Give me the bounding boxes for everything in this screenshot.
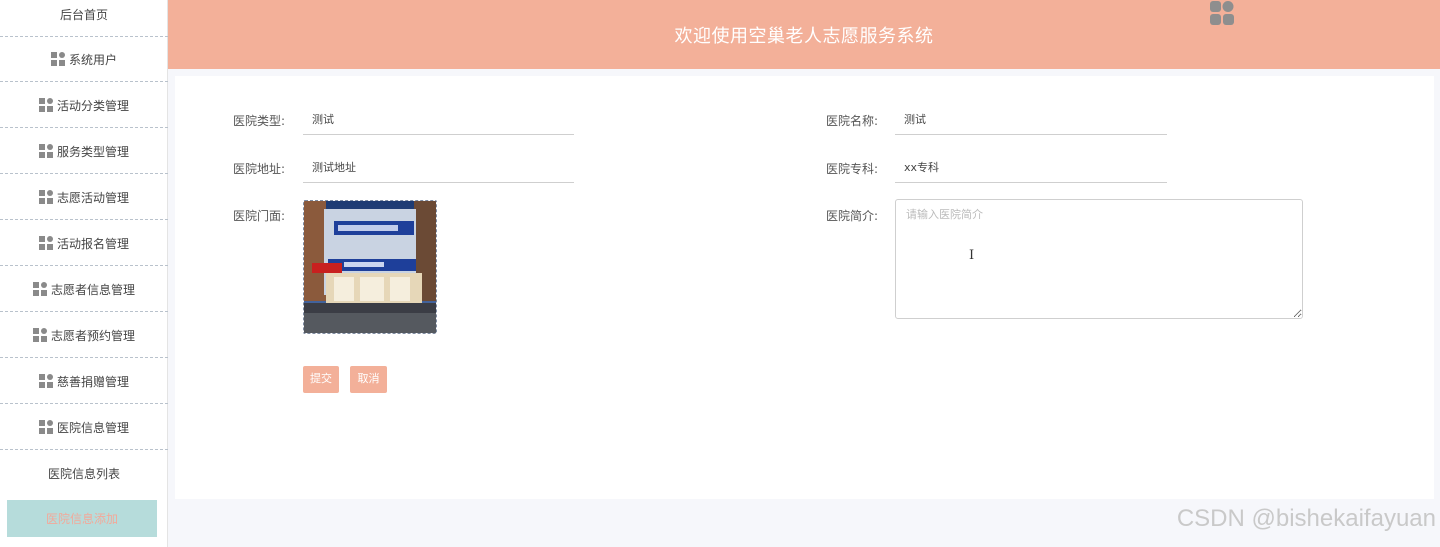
sidebar: 后台首页 系统用户 活动分类管理 服务类型管理 志愿活动管理 活动报名管理 志愿… xyxy=(0,0,168,547)
sidebar-item-label: 慈善捐赠管理 xyxy=(56,374,129,389)
sidebar-item-label: 志愿者预约管理 xyxy=(50,328,135,343)
sidebar-item-activity-category[interactable]: 活动分类管理 xyxy=(0,83,168,128)
hospital-facade-image[interactable] xyxy=(303,200,437,334)
grid-icon xyxy=(38,98,53,112)
hospital-name-label: 医院名称: xyxy=(826,114,879,128)
sidebar-item-volunteer-activity[interactable]: 志愿活动管理 xyxy=(0,175,168,220)
hospital-intro-label: 医院简介: xyxy=(826,209,879,223)
hospital-department-input[interactable]: xx专科 xyxy=(895,153,1167,183)
sidebar-item-label: 系统用户 xyxy=(68,52,117,67)
form-panel: 医院类型: 测试 医院名称: 测试 医院地址: 测试地址 医院专科: xx专科 … xyxy=(175,76,1434,499)
top-header: 欢迎使用空巢老人志愿服务系统 xyxy=(168,0,1440,69)
user-menu-icon[interactable] xyxy=(1209,0,1235,26)
grid-icon xyxy=(38,236,53,250)
hospital-address-input[interactable]: 测试地址 xyxy=(303,153,574,183)
sidebar-item-label: 医院信息列表 xyxy=(47,467,120,481)
sidebar-item-home[interactable]: 后台首页 xyxy=(0,0,168,37)
hospital-address-label: 医院地址: xyxy=(233,162,286,176)
hospital-intro-textarea[interactable] xyxy=(895,199,1303,319)
hospital-department-label: 医院专科: xyxy=(826,162,879,176)
hospital-type-label: 医院类型: xyxy=(233,114,286,128)
sidebar-item-label: 服务类型管理 xyxy=(56,144,129,159)
sidebar-item-label: 活动报名管理 xyxy=(56,236,129,251)
sidebar-item-volunteer-booking[interactable]: 志愿者预约管理 xyxy=(0,313,168,358)
sidebar-item-hospital-info[interactable]: 医院信息管理 xyxy=(0,405,168,450)
grid-icon xyxy=(32,282,47,296)
hospital-building-image xyxy=(304,201,436,333)
sidebar-item-service-type[interactable]: 服务类型管理 xyxy=(0,129,168,174)
sidebar-subitem-hospital-list[interactable]: 医院信息列表 xyxy=(0,451,168,496)
grid-icon xyxy=(50,52,65,66)
sidebar-item-charity-donation[interactable]: 慈善捐赠管理 xyxy=(0,359,168,404)
grid-icon xyxy=(38,190,53,204)
submit-button[interactable]: 提交 xyxy=(303,366,339,393)
sidebar-item-label: 医院信息添加 xyxy=(45,512,118,526)
sidebar-item-label: 志愿者信息管理 xyxy=(50,282,135,297)
sidebar-item-label: 活动分类管理 xyxy=(56,98,129,113)
hospital-type-input[interactable]: 测试 xyxy=(303,105,574,135)
sidebar-item-volunteer-info[interactable]: 志愿者信息管理 xyxy=(0,267,168,312)
grid-icon xyxy=(38,144,53,158)
hospital-facade-label: 医院门面: xyxy=(233,209,286,223)
grid-icon xyxy=(38,420,53,434)
sidebar-item-label: 志愿活动管理 xyxy=(56,190,129,205)
page-title: 欢迎使用空巢老人志愿服务系统 xyxy=(674,25,934,47)
sidebar-subitem-hospital-add[interactable]: 医院信息添加 xyxy=(7,500,157,537)
text-cursor-icon: I xyxy=(969,248,975,263)
sidebar-item-system-users[interactable]: 系统用户 xyxy=(0,37,168,82)
watermark: CSDN @bishekaifayuan xyxy=(1176,505,1436,532)
grid-icon xyxy=(32,328,47,342)
hospital-name-input[interactable]: 测试 xyxy=(895,105,1167,135)
cancel-button[interactable]: 取消 xyxy=(350,366,387,393)
sidebar-item-activity-signup[interactable]: 活动报名管理 xyxy=(0,221,168,266)
grid-icon xyxy=(38,374,53,388)
sidebar-item-label: 医院信息管理 xyxy=(56,420,129,435)
sidebar-item-label: 后台首页 xyxy=(59,7,108,22)
